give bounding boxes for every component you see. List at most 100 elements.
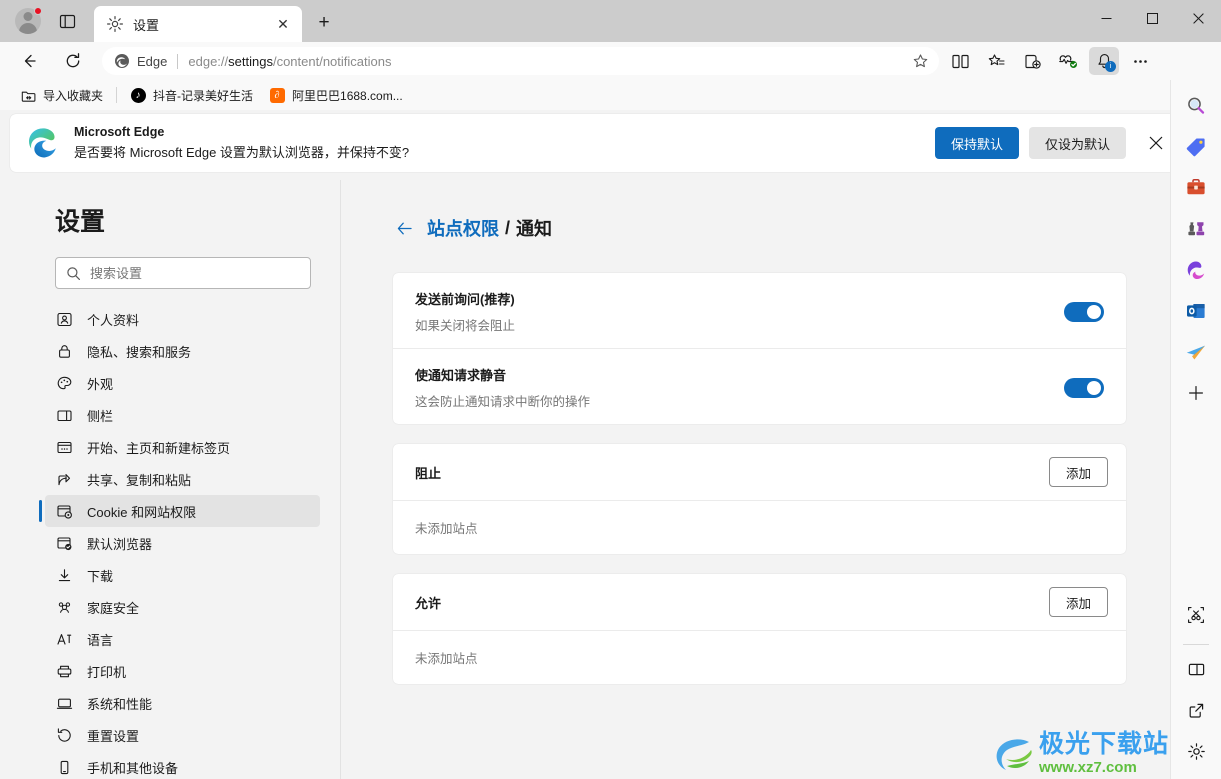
sidebar-customize-button[interactable]: [1178, 733, 1214, 769]
url-emphasis: settings: [228, 53, 273, 69]
sidebar-item-phone-devices[interactable]: 手机和其他设备: [45, 751, 320, 779]
omnibox-url[interactable]: edge://settings/content/notifications: [188, 54, 907, 69]
sidebar-item-label: 系统和性能: [87, 696, 153, 712]
sidebar-send-button[interactable]: [1178, 334, 1214, 370]
telegram-send-icon: [1186, 345, 1205, 360]
breadcrumb: 站点权限 / 通知: [393, 215, 1140, 241]
sidebar-item-default-browser[interactable]: 默认浏览器: [45, 527, 320, 559]
ask-before-sending-toggle[interactable]: [1064, 301, 1104, 322]
bookmarks-bar: 导入收藏夹 ♪ 抖音-记录美好生活 ∂ 阿里巴巴1688.com...: [0, 80, 1221, 110]
cookie-permissions-icon: [55, 502, 73, 520]
family-safety-icon: [55, 598, 73, 616]
toggle-subtitle: 如果关闭将会阻止: [415, 319, 516, 333]
maximize-icon: [1146, 12, 1158, 24]
search-icon: [67, 266, 80, 280]
sidebar-item-label: 个人资料: [87, 312, 140, 328]
minimize-button[interactable]: [1083, 0, 1129, 36]
gear-icon: [107, 16, 123, 32]
sidebar-open-external-button[interactable]: [1178, 692, 1214, 728]
profile-avatar-button[interactable]: [10, 3, 46, 39]
banner-close-button[interactable]: [1140, 127, 1172, 159]
toggle-title: 使通知请求静音: [415, 368, 507, 383]
bookmark-import-favorites[interactable]: 导入收藏夹: [12, 83, 111, 107]
sidebar-item-share[interactable]: 共享、复制和粘贴: [45, 463, 320, 495]
url-suffix: /content/notifications: [272, 53, 392, 69]
allow-section-header: 允许 添加: [393, 574, 1126, 630]
sidebar-games-button[interactable]: [1178, 211, 1214, 247]
sidebar-item-cookies-permissions[interactable]: Cookie 和网站权限: [39, 495, 320, 527]
sidebar-outlook-button[interactable]: [1178, 293, 1214, 329]
omnibox-brand-label: Edge: [137, 53, 168, 69]
toggle-subtitle: 这会防止通知请求中断你的操作: [415, 395, 591, 409]
sidebar-item-label: 默认浏览器: [87, 536, 153, 552]
sidebar-microsoft365-button[interactable]: [1178, 252, 1214, 288]
search-input[interactable]: [90, 265, 310, 281]
sidebar-item-family-safety[interactable]: 家庭安全: [45, 591, 320, 623]
maximize-button[interactable]: [1129, 0, 1175, 36]
notifications-button[interactable]: i: [1089, 47, 1119, 75]
startpage-icon: [55, 438, 73, 456]
sidebar-item-label: 重置设置: [87, 728, 140, 744]
sidebar-item-privacy[interactable]: 隐私、搜索和服务: [45, 335, 320, 367]
section-title: 允许: [415, 595, 442, 611]
sidebar-item-label: Cookie 和网站权限: [87, 504, 197, 520]
split-screen-button[interactable]: [945, 47, 975, 75]
add-favorite-button[interactable]: [907, 48, 933, 74]
close-window-button[interactable]: [1175, 0, 1221, 36]
add-blocked-site-button[interactable]: 添加: [1048, 457, 1108, 487]
reload-button[interactable]: [58, 46, 88, 76]
breadcrumb-back-button[interactable]: [393, 217, 415, 239]
sidebar-item-profile[interactable]: 个人资料: [45, 303, 320, 335]
search-discover-icon: [1188, 97, 1205, 114]
browser-essentials-button[interactable]: [1053, 47, 1083, 75]
set-default-only-button[interactable]: 仅设为默认: [1028, 127, 1126, 159]
settings-sidebar: 设置 个人资料: [10, 180, 357, 779]
close-icon: [1149, 136, 1163, 150]
sidebar-item-printers[interactable]: 打印机: [45, 655, 320, 687]
keep-default-button[interactable]: 保持默认: [934, 127, 1019, 159]
settings-search[interactable]: [55, 257, 311, 289]
bookmark-douyin[interactable]: ♪ 抖音-记录美好生活: [122, 83, 261, 107]
sidebar-item-label: 下载: [87, 568, 114, 584]
toggle-row-ask-before-sending: 发送前询问(推荐) 如果关闭将会阻止: [393, 273, 1126, 348]
sidebar-item-downloads[interactable]: 下载: [45, 559, 320, 591]
browser-tab-settings[interactable]: 设置 ✕: [94, 6, 302, 42]
breadcrumb-site-permissions-link[interactable]: 站点权限: [427, 215, 499, 241]
sidebar-item-reset-settings[interactable]: 重置设置: [45, 719, 320, 751]
sidebar-shopping-button[interactable]: [1178, 129, 1214, 165]
back-button[interactable]: [14, 46, 44, 76]
download-icon: [55, 566, 73, 584]
sidebar-tools-button[interactable]: [1178, 170, 1214, 206]
breadcrumb-separator: /: [505, 217, 511, 238]
sidebar-item-system-performance[interactable]: 系统和性能: [45, 687, 320, 719]
sidebar-add-button[interactable]: [1178, 375, 1214, 411]
sidebar-search-discover-button[interactable]: [1178, 88, 1214, 124]
omnibox[interactable]: Edge edge://settings/content/notificatio…: [102, 47, 939, 75]
shopping-tag-icon: [1186, 138, 1205, 157]
customize-gear-icon: [1187, 742, 1205, 760]
sidebar-screenshot-button[interactable]: [1178, 597, 1214, 633]
new-tab-button[interactable]: +: [308, 7, 340, 39]
window-controls: [1083, 0, 1221, 42]
collections-button[interactable]: [1017, 47, 1047, 75]
edge-sidebar: [1170, 80, 1221, 779]
sidebar-item-sidebar[interactable]: 侧栏: [45, 399, 320, 431]
tab-title: 设置: [133, 17, 160, 33]
sidebar-item-appearance[interactable]: 外观: [45, 367, 320, 399]
browser-menu-button[interactable]: [1125, 47, 1155, 75]
sidebar-item-languages[interactable]: 语言: [45, 623, 320, 655]
screenshot-snip-icon: [1188, 607, 1204, 623]
banner-text-block: Microsoft Edge 是否要将 Microsoft Edge 设置为默认…: [74, 125, 935, 161]
tab-actions-button[interactable]: [50, 4, 84, 38]
sidebar-split-pane-button[interactable]: [1178, 651, 1214, 687]
settings-content: 站点权限 / 通知 发送前询问(推荐) 如果关闭将会阻止 使通知请求静音 这会防…: [348, 180, 1170, 779]
quiet-notification-requests-toggle[interactable]: [1064, 377, 1104, 398]
split-pane-icon: [1188, 663, 1204, 675]
add-allowed-site-button[interactable]: 添加: [1048, 587, 1108, 617]
sidebar-item-startpage[interactable]: 开始、主页和新建标签页: [45, 431, 320, 463]
notification-count-badge: i: [1105, 61, 1116, 72]
bookmark-alibaba[interactable]: ∂ 阿里巴巴1688.com...: [261, 83, 411, 107]
section-title: 阻止: [415, 465, 442, 481]
favorites-button[interactable]: [981, 47, 1011, 75]
tab-close-button[interactable]: ✕: [272, 13, 294, 35]
